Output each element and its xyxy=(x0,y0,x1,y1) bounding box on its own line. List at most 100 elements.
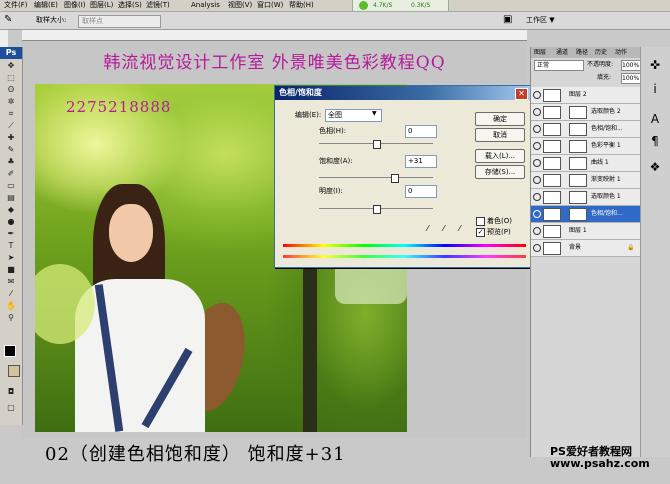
cancel-button[interactable]: 取消 xyxy=(475,128,525,142)
layer-row[interactable]: 选取颜色 1 xyxy=(531,189,641,206)
saturation-slider-thumb[interactable] xyxy=(390,174,399,183)
layer-name: 图层 2 xyxy=(569,91,587,98)
layer-row[interactable]: 渐变映射 1 xyxy=(531,172,641,189)
tab-layers[interactable]: 图层 xyxy=(534,47,546,58)
background-color-swatch[interactable] xyxy=(8,365,20,377)
eye-icon[interactable] xyxy=(533,125,541,133)
eyedropper-plus-icon[interactable]: ⁄ xyxy=(443,225,449,233)
layer-row[interactable]: 选取颜色 2 xyxy=(531,104,641,121)
paragraph-icon[interactable]: ¶ xyxy=(647,133,663,149)
opacity-input[interactable]: 100% xyxy=(621,60,642,71)
tab-channels[interactable]: 通道 xyxy=(556,47,568,58)
layer-row[interactable]: 曲线 1 xyxy=(531,155,641,172)
save-button[interactable]: 存储(S)... xyxy=(475,165,525,179)
menu-filter[interactable]: 滤镜(T) xyxy=(146,0,170,11)
dialog-title-bar[interactable]: 色相/饱和度 ✕ xyxy=(275,86,531,100)
layer-row[interactable]: 色彩平衡 1 xyxy=(531,138,641,155)
brush-tool-icon[interactable]: ✎ xyxy=(5,145,17,155)
workspace-menu[interactable]: 工作区 ▼ xyxy=(526,15,555,26)
layers-panel: 图层 通道 路径 历史 动作 正常 不透明度: 100% 填充: 100% 图层… xyxy=(530,47,642,457)
eye-icon[interactable] xyxy=(533,193,541,201)
tab-paths[interactable]: 路径 xyxy=(576,47,588,58)
menu-help[interactable]: 帮助(H) xyxy=(289,0,314,11)
eyedropper-minus-icon[interactable]: ⁄ xyxy=(459,225,465,233)
saturation-slider[interactable] xyxy=(319,177,433,178)
menu-edit[interactable]: 编辑(E) xyxy=(34,0,58,11)
foreground-color-swatch[interactable] xyxy=(4,345,16,357)
layer-row[interactable]: 色相/饱和... xyxy=(531,206,641,223)
eyedropper-tool-icon[interactable]: ⁄ xyxy=(5,289,17,299)
eye-icon[interactable] xyxy=(533,91,541,99)
layer-row[interactable]: 图层 2 xyxy=(531,87,641,104)
stamp-tool-icon[interactable]: ♣ xyxy=(5,157,17,167)
pen-tool-icon[interactable]: ✒ xyxy=(5,229,17,239)
ok-button[interactable]: 确定 xyxy=(475,112,525,126)
menu-select[interactable]: 选择(S) xyxy=(118,0,142,11)
crop-tool-icon[interactable]: ⌗ xyxy=(5,109,17,119)
close-icon[interactable]: ✕ xyxy=(515,88,528,100)
navigator-icon[interactable]: ✜ xyxy=(647,57,663,73)
lightness-input[interactable]: 0 xyxy=(405,185,437,198)
magic-wand-icon[interactable]: ✲ xyxy=(5,97,17,107)
dialog-title: 色相/饱和度 xyxy=(279,88,322,97)
preview-checkbox[interactable]: ✓ xyxy=(476,228,485,237)
gradient-tool-icon[interactable]: ▤ xyxy=(5,193,17,203)
eye-icon[interactable] xyxy=(533,108,541,116)
layer-row[interactable]: 图层 1 xyxy=(531,223,641,240)
layer-row[interactable]: 背景 🔒 xyxy=(531,240,641,257)
eye-icon[interactable] xyxy=(533,227,541,235)
eye-icon[interactable] xyxy=(533,244,541,252)
hand-tool-icon[interactable]: ✋ xyxy=(5,301,17,311)
menu-image[interactable]: 图像(I) xyxy=(64,0,86,11)
character-icon[interactable]: A xyxy=(647,111,663,127)
layer-row[interactable]: 色相/饱和... xyxy=(531,121,641,138)
layer-thumbnail xyxy=(543,174,561,187)
menu-window[interactable]: 窗口(W) xyxy=(257,0,283,11)
load-button[interactable]: 载入(L)... xyxy=(475,149,525,163)
clone-source-icon[interactable]: ❖ xyxy=(647,159,663,175)
fill-input[interactable]: 100% xyxy=(621,73,642,84)
notes-tool-icon[interactable]: ✉ xyxy=(5,277,17,287)
quick-mask-icon[interactable]: ◘ xyxy=(5,387,17,397)
eyedropper-icon[interactable]: ✎ xyxy=(4,14,12,25)
eraser-tool-icon[interactable]: ▭ xyxy=(5,181,17,191)
layer-thumbnail xyxy=(543,89,561,102)
healing-brush-icon[interactable]: ✚ xyxy=(5,133,17,143)
move-tool-icon[interactable]: ✥ xyxy=(5,61,17,71)
menu-file[interactable]: 文件(F) xyxy=(4,0,28,11)
lasso-tool-icon[interactable]: ʘ xyxy=(5,85,17,95)
hue-slider-thumb[interactable] xyxy=(373,140,381,149)
slice-tool-icon[interactable]: ⟋ xyxy=(5,121,17,131)
info-icon[interactable]: i xyxy=(647,81,663,97)
history-brush-icon[interactable]: ✐ xyxy=(5,169,17,179)
tab-actions[interactable]: 动作 xyxy=(615,47,627,58)
menu-view[interactable]: 视图(V) xyxy=(228,0,252,11)
marquee-tool-icon[interactable]: ⬚ xyxy=(5,73,17,83)
sample-size-select[interactable]: 取样点 xyxy=(78,15,161,28)
blur-tool-icon[interactable]: ◆ xyxy=(5,205,17,215)
chevron-down-icon[interactable]: ▼ xyxy=(372,110,377,117)
options-bar: ✎ 取样大小: 取样点 ▣ 工作区 ▼ xyxy=(0,12,670,30)
eye-icon[interactable] xyxy=(533,176,541,184)
eye-icon[interactable] xyxy=(533,142,541,150)
saturation-input[interactable]: +31 xyxy=(405,155,437,168)
menu-analysis[interactable]: Analysis xyxy=(191,0,220,11)
eye-icon[interactable] xyxy=(533,159,541,167)
shape-tool-icon[interactable]: ■ xyxy=(5,265,17,275)
blend-mode-select[interactable]: 正常 xyxy=(534,60,584,71)
hue-input[interactable]: 0 xyxy=(405,125,437,138)
path-select-icon[interactable]: ➤ xyxy=(5,253,17,263)
upload-speed: 4.7K/S xyxy=(373,2,393,9)
zoom-tool-icon[interactable]: ⚲ xyxy=(5,313,17,323)
type-tool-icon[interactable]: T xyxy=(5,241,17,251)
qq-number: 2275218888 xyxy=(66,98,172,116)
colorize-checkbox[interactable] xyxy=(476,217,485,226)
eyedropper-icon[interactable]: ⁄ xyxy=(427,225,433,233)
screen-mode-icon[interactable]: ▢ xyxy=(5,403,17,413)
eye-icon[interactable] xyxy=(533,210,541,218)
menu-layer[interactable]: 图层(L) xyxy=(90,0,113,11)
lightness-slider-thumb[interactable] xyxy=(373,205,381,214)
tab-history[interactable]: 历史 xyxy=(595,47,607,58)
dodge-tool-icon[interactable]: ● xyxy=(5,217,17,227)
palette-icon[interactable]: ▣ xyxy=(503,14,512,25)
